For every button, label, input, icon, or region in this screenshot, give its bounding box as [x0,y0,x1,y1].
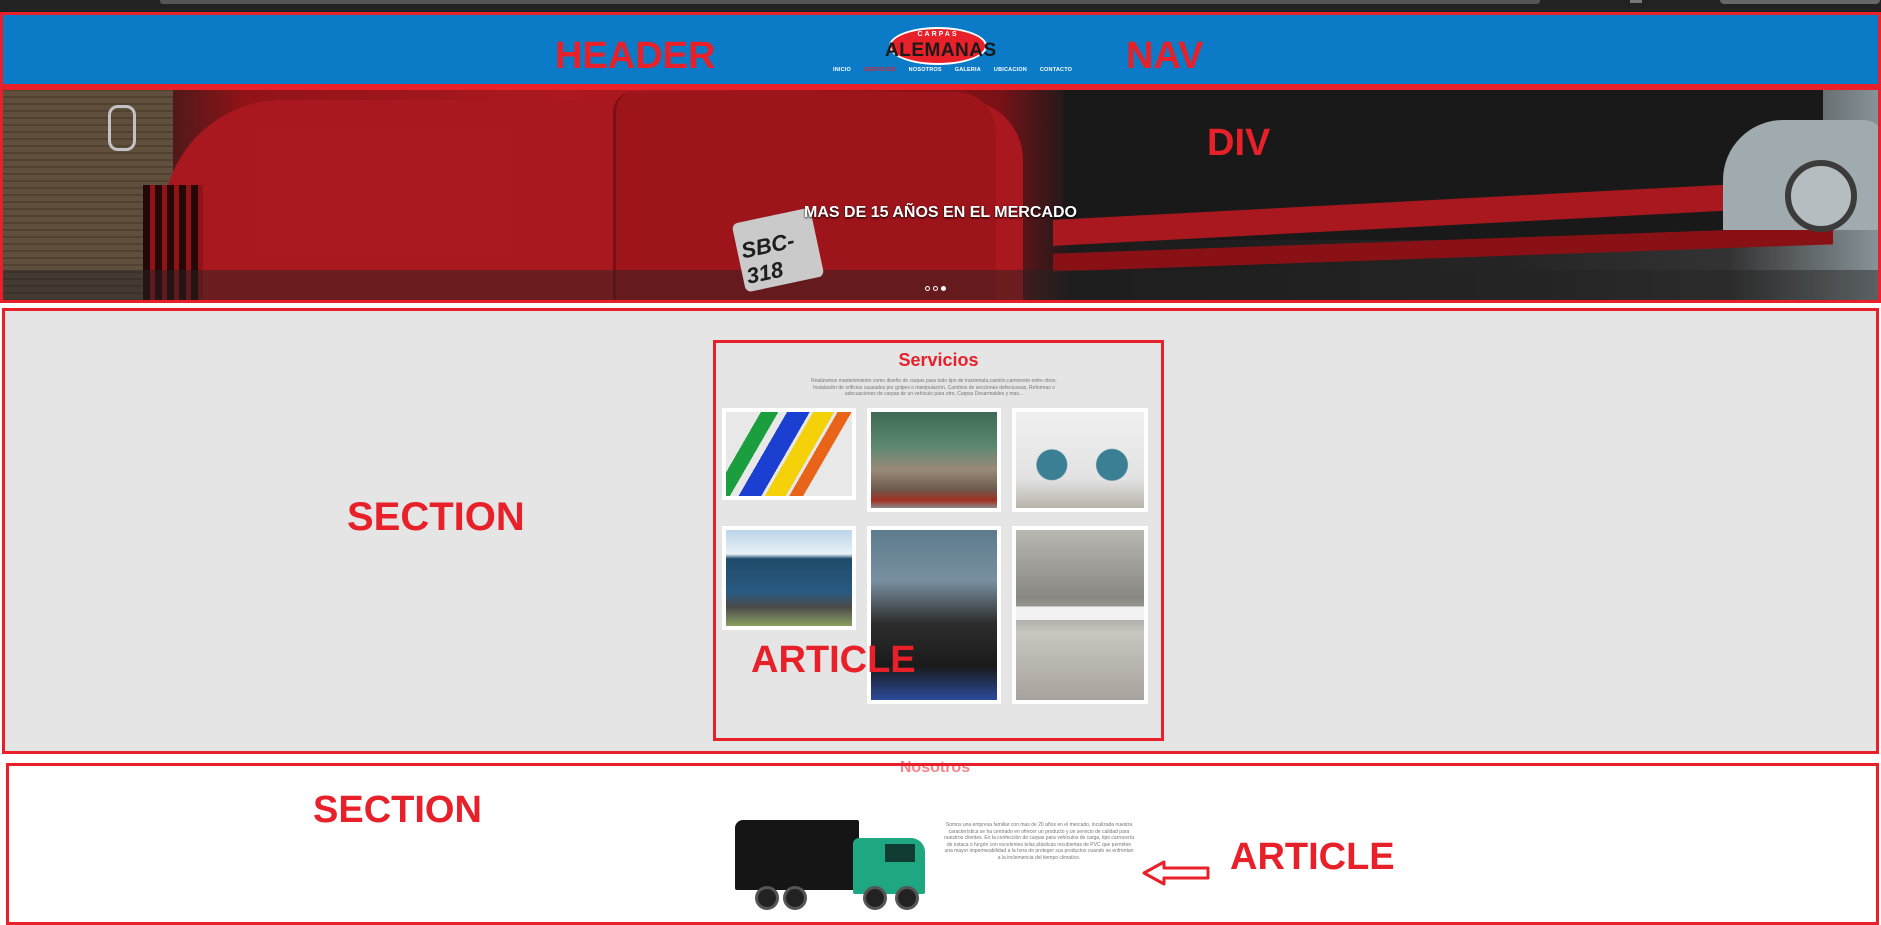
annotation-article-nosotros: ARTICLE [1230,836,1395,878]
services-title: Servicios [898,350,979,370]
service-photo-covered-truck[interactable] [722,526,856,630]
nav-item-servicios[interactable]: SERVICIOS [864,67,896,79]
annotation-header: HEADER [555,35,716,77]
photo-image [1016,412,1144,508]
main-nav: INICIO SERVICIOS NOSOTROS GALERIA UBICAC… [833,67,1072,79]
annotation-nav: NAV [1126,35,1204,77]
truck-wheel [895,886,919,910]
photo-image [726,412,852,496]
truck-window [885,844,915,862]
nav-item-galeria[interactable]: GALERIA [955,67,981,79]
photo-image [1016,530,1144,700]
truck-wheel [783,886,807,910]
hero-slider: SBC-318 MAS DE 15 AÑOS EN EL MERCADO DIV [0,87,1881,303]
browser-top-strip [0,0,1881,12]
nosotros-text: Somos una empresa familiar con mas de 20… [944,822,1134,861]
services-text: Realizamos mantenimiento como diseño de … [811,378,1057,397]
hero-slogan: MAS DE 15 AÑOS EN EL MERCADO [804,204,1077,221]
slider-dot-3[interactable] [941,286,946,291]
annotation-article-services: ARTICLE [751,639,916,681]
logo-small-text: CARPAS [917,31,959,38]
nosotros-section [6,763,1879,925]
arrow-left-icon [1142,860,1210,886]
nav-item-ubicacion[interactable]: UBICACION [994,67,1027,79]
photo-image [726,530,852,626]
service-photo-sewing-machine[interactable] [1012,526,1148,704]
service-photo-welding-machines[interactable] [1012,408,1148,512]
truck-wheel [863,886,887,910]
annotation-section-services: SECTION [347,495,525,539]
toolbar-button [1720,0,1880,4]
slider-dot-2[interactable] [933,286,938,291]
slider-dots [925,286,946,291]
logo-big-text: ALEMANAS [885,40,997,61]
service-photo-warehouse[interactable] [867,408,1001,512]
truck-wheel [755,886,779,910]
service-photo-pvc-rolls[interactable] [722,408,856,500]
toolbar-indicator [1630,0,1642,3]
nosotros-title: Nosotros [899,759,971,776]
nav-item-inicio[interactable]: INICIO [833,67,851,79]
slider-dot-1[interactable] [925,286,930,291]
address-bar [160,0,1540,4]
photo-image [871,412,997,508]
annotation-section-nosotros: SECTION [313,789,482,831]
annotation-div: DIV [1207,122,1271,164]
site-logo[interactable]: CARPAS ALEMANAS [885,27,996,65]
nav-item-contacto[interactable]: CONTACTO [1040,67,1072,79]
nosotros-truck-image [735,820,929,916]
truck-trailer [735,820,859,890]
nav-item-nosotros[interactable]: NOSOTROS [909,67,942,79]
site-header: HEADER CARPAS ALEMANAS INICIO SERVICIOS … [0,12,1881,87]
hero-overlay [3,90,1878,300]
